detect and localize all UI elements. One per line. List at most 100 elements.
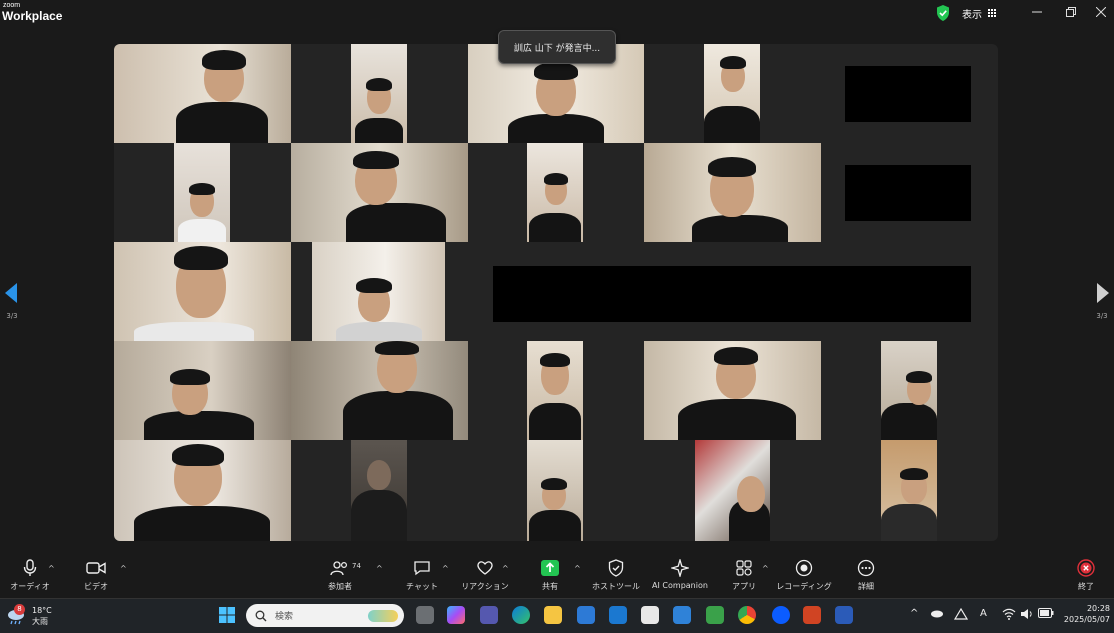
participants-icon [330,561,348,576]
video-options-caret[interactable]: ^ [120,564,127,573]
video-tile[interactable] [114,242,291,341]
weather-widget[interactable]: 8 18°C 大雨 [6,603,52,629]
video-tile[interactable] [695,440,770,541]
page-indicator-left: 3/3 [6,312,18,320]
file-explorer-icon[interactable] [544,606,562,624]
video-tile[interactable] [114,44,291,143]
participants-button[interactable]: 参加者 [310,558,370,596]
ai-companion-button[interactable]: AI Companion [650,558,710,596]
video-button[interactable]: ビデオ [66,558,126,596]
end-call-icon [1077,559,1095,577]
host-tools-label: ホストツール [592,582,640,591]
participants-options-caret[interactable]: ^ [376,564,383,573]
audio-options-caret[interactable]: ^ [48,564,55,573]
windows-logo-icon [219,607,235,623]
taskbar-clock[interactable]: 20:28 2025/05/07 [1062,603,1110,625]
edge-icon[interactable] [512,606,530,624]
weather-text: 大雨 [32,617,48,626]
minimize-button[interactable] [1022,3,1052,21]
word-icon[interactable] [835,606,853,624]
reactions-options-caret[interactable]: ^ [502,564,509,573]
store-icon[interactable] [577,606,595,624]
start-button[interactable] [218,606,236,624]
video-off-tile[interactable] [845,165,971,221]
battery-icon[interactable] [1038,608,1054,618]
video-tile[interactable] [351,44,407,143]
video-tile[interactable] [312,242,445,341]
network-share-icon[interactable] [954,608,968,620]
restore-icon [1066,7,1076,17]
chat-icon [414,561,430,576]
video-camera-icon [86,562,106,574]
chrome-icon[interactable] [738,606,756,624]
video-off-tile[interactable] [493,266,971,322]
participants-label: 参加者 [328,582,352,591]
powerpoint-icon[interactable] [803,606,821,624]
wifi-icon[interactable] [1002,608,1016,620]
video-tile[interactable] [114,341,291,440]
zoom-icon[interactable] [772,606,790,624]
search-highlight-icon [368,609,398,622]
apps-options-caret[interactable]: ^ [762,564,769,573]
video-tile[interactable] [881,440,937,541]
search-placeholder: 検索 [275,612,294,622]
view-button[interactable]: 表示 [962,4,996,22]
app-icon[interactable] [706,606,724,624]
video-tile[interactable] [351,440,407,541]
video-tile[interactable] [527,341,583,440]
next-page-button[interactable]: 3/3 [1092,282,1112,320]
host-tools-button[interactable]: ホストツール [586,558,646,596]
chat-label: チャット [406,582,438,591]
more-dots-icon [857,559,875,577]
video-tile[interactable] [114,440,291,541]
close-window-button[interactable] [1086,3,1114,21]
copilot-icon[interactable] [447,606,465,624]
end-meeting-button[interactable]: 終了 [1056,558,1114,596]
ime-indicator[interactable]: A [980,608,987,619]
video-tile[interactable] [644,143,821,242]
video-tile[interactable] [291,143,468,242]
app-logo: Workplace [2,9,63,23]
weather-badge: 8 [14,604,25,615]
search-icon [255,610,267,621]
video-off-tile[interactable] [845,66,971,122]
video-tile[interactable] [174,143,230,242]
previous-page-button[interactable]: 3/3 [2,282,22,320]
more-button[interactable]: 詳細 [836,558,896,596]
recording-button[interactable]: レコーディング [774,558,834,596]
share-label: 共有 [542,582,558,591]
share-screen-icon [541,560,559,576]
chat-options-caret[interactable]: ^ [442,564,449,573]
tray-chevron-up-icon[interactable]: ^ [910,608,918,619]
video-tile[interactable] [704,44,760,143]
taskbar-search[interactable]: 検索 [246,604,404,627]
video-tile[interactable] [527,440,583,541]
more-label: 詳細 [858,582,874,591]
participants-count: 74 [352,562,361,570]
video-tile[interactable] [644,341,821,440]
video-label: ビデオ [84,582,108,591]
share-options-caret[interactable]: ^ [574,564,581,573]
shield-check-icon[interactable] [936,5,950,21]
meeting-toolbar: オーディオ ^ ビデオ ^ 参加者 74 ^ チャット ^ リアクション ^ 共… [0,556,1114,598]
reactions-label: リアクション [461,582,509,591]
title-bar: zoom Workplace 表示 [0,0,1114,28]
view-label: 表示 [962,9,982,21]
close-icon [1096,7,1106,17]
volume-icon[interactable] [1020,608,1034,620]
restore-button[interactable] [1056,3,1086,21]
share-button[interactable]: 共有 [520,558,580,596]
chevron-left-icon [5,283,17,303]
temperature: 18°C [32,606,52,615]
mail-icon[interactable] [609,606,627,624]
onedrive-cloud-icon[interactable] [930,608,944,618]
app-icon[interactable] [673,606,691,624]
task-view-icon[interactable] [416,606,434,624]
video-tile[interactable] [527,143,583,242]
teams-icon[interactable] [480,606,498,624]
active-speaker-toast: 訓広 山下 が発言中... [498,30,616,64]
video-tile[interactable] [881,341,937,440]
clock-date: 2025/05/07 [1063,615,1110,624]
video-tile[interactable] [291,341,468,440]
app-icon[interactable] [641,606,659,624]
